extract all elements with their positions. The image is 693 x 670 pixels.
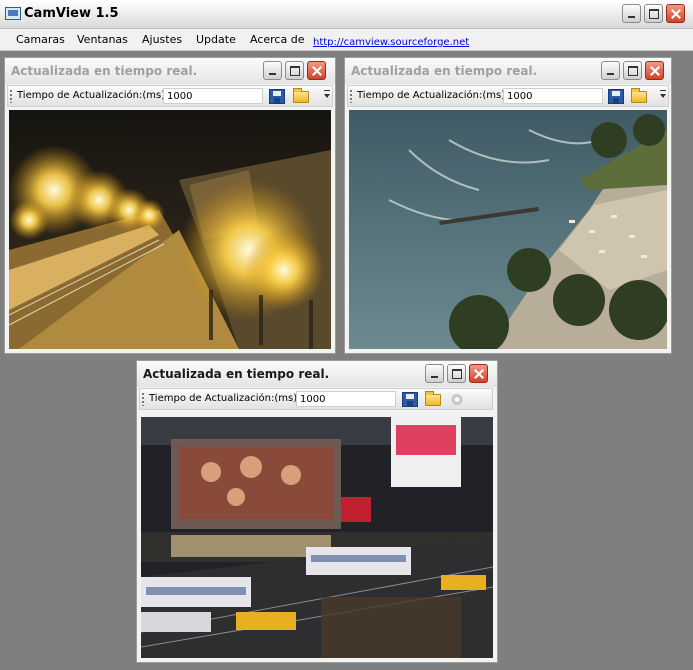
window-controls [425, 364, 488, 383]
camera-image [349, 110, 667, 349]
menu-camaras[interactable]: Camaras [16, 33, 65, 46]
toolbar-overflow-icon[interactable] [660, 90, 666, 98]
save-icon[interactable] [402, 392, 418, 407]
close-icon[interactable] [666, 4, 685, 23]
window-title-bar[interactable]: Actualizada en tiempo real. [137, 361, 497, 387]
menu-ventanas[interactable]: Ventanas [77, 33, 128, 46]
menu-update[interactable]: Update [196, 33, 236, 46]
camera-view-times-square [141, 417, 493, 658]
minimize-icon[interactable] [263, 61, 282, 80]
camera-window-2[interactable]: Actualizada en tiempo real. Tiempo de Ac… [344, 57, 672, 354]
window-title: Actualizada en tiempo real. [351, 64, 538, 78]
minimize-icon[interactable] [622, 4, 641, 23]
maximize-icon[interactable] [623, 61, 642, 80]
folder-open-icon[interactable] [293, 88, 309, 103]
folder-open-icon[interactable] [425, 391, 441, 406]
toolbar-grip[interactable] [350, 90, 352, 103]
window-toolbar: Tiempo de Actualización:(ms) [7, 85, 333, 107]
refresh-interval-input[interactable] [503, 88, 603, 104]
maximize-icon[interactable] [447, 364, 466, 383]
save-icon[interactable] [269, 89, 285, 104]
app-title: CamView 1.5 [24, 6, 119, 21]
maximize-icon[interactable] [644, 4, 663, 23]
camera-view-night-promenade [9, 110, 331, 349]
refresh-interval-label: Tiempo de Actualización:(ms) [357, 90, 506, 101]
main-window-controls [622, 4, 685, 23]
camera-image [9, 110, 331, 349]
refresh-interval-label: Tiempo de Actualización:(ms) [17, 90, 166, 101]
minimize-icon[interactable] [601, 61, 620, 80]
menu-acerca-de[interactable]: Acerca de [250, 33, 304, 46]
window-title-bar[interactable]: Actualizada en tiempo real. [345, 58, 671, 84]
close-icon[interactable] [645, 61, 664, 80]
window-toolbar: Tiempo de Actualización:(ms) [139, 388, 493, 410]
window-controls [263, 61, 326, 80]
save-icon[interactable] [608, 89, 624, 104]
refresh-interval-label: Tiempo de Actualización:(ms) [149, 393, 298, 404]
folder-open-icon[interactable] [631, 88, 647, 103]
gear-icon[interactable] [449, 392, 465, 407]
menu-ajustes[interactable]: Ajustes [142, 33, 182, 46]
minimize-icon[interactable] [425, 364, 444, 383]
window-title: Actualizada en tiempo real. [143, 367, 330, 381]
camera-window-3[interactable]: Actualizada en tiempo real. Tiempo de Ac… [136, 360, 498, 663]
toolbar-overflow-icon[interactable] [324, 90, 330, 98]
camera-window-1[interactable]: Actualizada en tiempo real. Tiempo de Ac… [4, 57, 336, 354]
refresh-interval-input[interactable] [163, 88, 263, 104]
website-link[interactable]: http://camview.sourceforge.net [313, 37, 469, 48]
window-controls [601, 61, 664, 80]
toolbar-grip[interactable] [142, 393, 144, 406]
camera-app-icon [5, 7, 21, 20]
camera-image [141, 417, 493, 658]
maximize-icon[interactable] [285, 61, 304, 80]
window-title-bar[interactable]: Actualizada en tiempo real. [5, 58, 335, 84]
menu-bar: Camaras Ventanas Ajustes Update Acerca d… [0, 29, 693, 51]
toolbar-grip[interactable] [10, 90, 12, 103]
camera-view-beach [349, 110, 667, 349]
window-toolbar: Tiempo de Actualización:(ms) [347, 85, 669, 107]
close-icon[interactable] [307, 61, 326, 80]
refresh-interval-input[interactable] [296, 391, 396, 407]
close-icon[interactable] [469, 364, 488, 383]
window-title: Actualizada en tiempo real. [11, 64, 198, 78]
main-title-bar: CamView 1.5 [0, 0, 693, 29]
